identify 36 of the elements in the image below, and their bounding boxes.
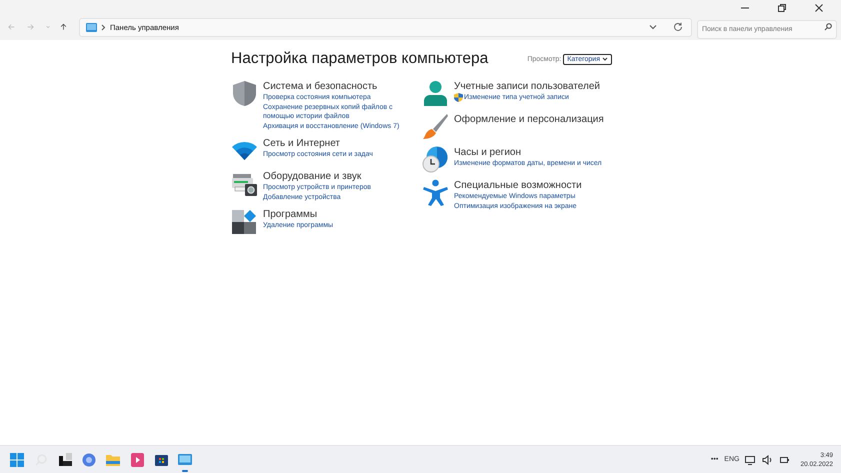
close-icon[interactable]: [814, 3, 824, 13]
media-player-icon[interactable]: [130, 452, 144, 466]
shield-icon[interactable]: [231, 80, 258, 107]
control-panel-icon[interactable]: [178, 454, 192, 466]
widgets-icon[interactable]: [58, 453, 72, 466]
accessibility-icon[interactable]: [422, 179, 449, 206]
category-link[interactable]: Часы и регион: [454, 146, 613, 159]
category-link[interactable]: Оформление и персонализация: [454, 113, 613, 126]
browser-icon[interactable]: [82, 452, 96, 466]
paintbrush-icon[interactable]: [422, 113, 449, 140]
up-arrow-icon[interactable]: [60, 22, 67, 32]
category-link[interactable]: Программы: [263, 208, 422, 221]
category-link[interactable]: Специальные возможности: [454, 179, 613, 192]
search-icon: [824, 23, 832, 31]
uac-shield-icon: [454, 93, 463, 102]
battery-icon[interactable]: [779, 454, 790, 464]
chevron-down-icon[interactable]: [648, 24, 657, 30]
page-title: Настройка параметров компьютера: [231, 50, 488, 68]
monitor-icon[interactable]: [745, 454, 756, 464]
restore-icon[interactable]: [777, 3, 787, 13]
category-link[interactable]: Оборудование и звук: [263, 170, 422, 183]
globe-clock-icon[interactable]: [422, 146, 449, 173]
category-link[interactable]: Учетные записи пользователей: [454, 80, 613, 93]
start-icon[interactable]: [10, 452, 24, 466]
programs-icon[interactable]: [231, 208, 258, 235]
user-icon[interactable]: [422, 80, 449, 107]
category-link[interactable]: Сеть и Интернет: [263, 137, 422, 150]
refresh-icon[interactable]: [672, 22, 683, 32]
speaker-icon[interactable]: [762, 454, 774, 464]
running-indicator: [182, 470, 188, 472]
chevron-down-icon: [602, 57, 608, 61]
chevron-right-icon: [100, 24, 106, 30]
control-panel-icon: [86, 22, 97, 32]
store-icon[interactable]: [154, 453, 168, 466]
category-link[interactable]: Система и безопасность: [263, 80, 422, 93]
folder-icon[interactable]: [106, 454, 120, 466]
